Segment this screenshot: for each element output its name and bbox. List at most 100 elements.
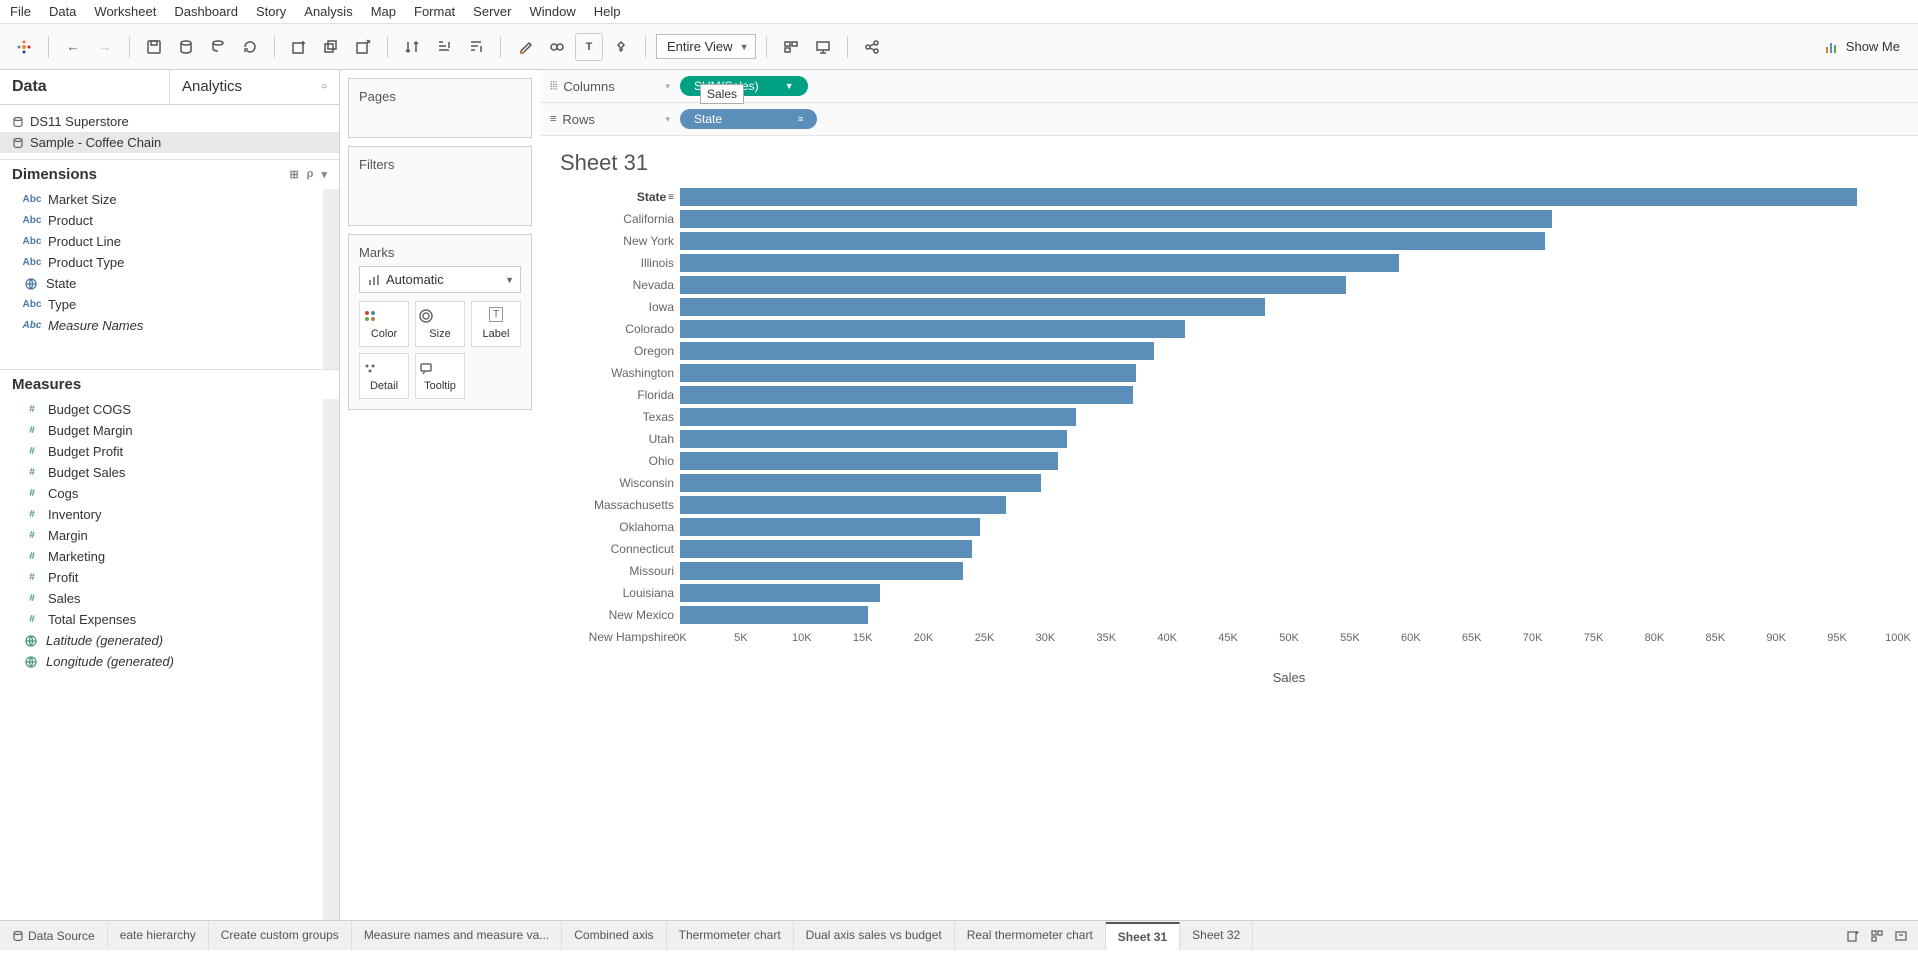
- share-icon[interactable]: [858, 33, 886, 61]
- bar[interactable]: [680, 188, 1857, 206]
- menu-window[interactable]: Window: [529, 4, 575, 19]
- marks-label[interactable]: TLabel: [471, 301, 521, 347]
- marks-type-dropdown[interactable]: Automatic: [359, 266, 521, 293]
- field-item[interactable]: #Sales: [0, 588, 339, 609]
- forward-icon[interactable]: →: [91, 33, 119, 61]
- menu-dashboard[interactable]: Dashboard: [174, 4, 238, 19]
- bar[interactable]: [680, 584, 880, 602]
- tab-analytics[interactable]: Analytics ▫: [169, 70, 339, 104]
- bar[interactable]: [680, 474, 1041, 492]
- bar[interactable]: [680, 320, 1185, 338]
- bar[interactable]: [680, 540, 972, 558]
- field-item[interactable]: AbcMeasure Names: [0, 315, 339, 336]
- new-sheet-icon[interactable]: [1846, 929, 1870, 943]
- field-item[interactable]: AbcType: [0, 294, 339, 315]
- field-item[interactable]: #Marketing: [0, 546, 339, 567]
- columns-shelf[interactable]: ⦙⦙⦙Columns▾ SUM(Sales)▼ Sales: [540, 70, 1918, 103]
- sheet-tab[interactable]: Sheet 31: [1106, 922, 1180, 950]
- bar[interactable]: [680, 232, 1545, 250]
- sort-asc-icon[interactable]: [430, 33, 458, 61]
- marks-size[interactable]: Size: [415, 301, 465, 347]
- presentation-icon[interactable]: [809, 33, 837, 61]
- field-item[interactable]: AbcProduct: [0, 210, 339, 231]
- bar[interactable]: [680, 562, 963, 580]
- field-item[interactable]: #Budget Sales: [0, 462, 339, 483]
- menu-story[interactable]: Story: [256, 4, 286, 19]
- menu-analysis[interactable]: Analysis: [304, 4, 352, 19]
- bar[interactable]: [680, 364, 1136, 382]
- marks-detail[interactable]: Detail: [359, 353, 409, 399]
- sheet-tab[interactable]: Measure names and measure va...: [352, 922, 562, 950]
- bar[interactable]: [680, 518, 980, 536]
- field-item[interactable]: State: [0, 273, 339, 294]
- field-item[interactable]: AbcProduct Line: [0, 231, 339, 252]
- autoupdate-icon[interactable]: [204, 33, 232, 61]
- scrollbar[interactable]: [323, 399, 339, 920]
- text-icon[interactable]: T: [575, 33, 603, 61]
- field-item[interactable]: #Budget Profit: [0, 441, 339, 462]
- back-icon[interactable]: ←: [59, 33, 87, 61]
- show-me-button[interactable]: Show Me: [1816, 35, 1908, 59]
- field-item[interactable]: #Total Expenses: [0, 609, 339, 630]
- sheet-tab[interactable]: Dual axis sales vs budget: [794, 922, 955, 950]
- field-item[interactable]: Longitude (generated): [0, 651, 339, 672]
- save-icon[interactable]: [140, 33, 168, 61]
- bar[interactable]: [680, 408, 1076, 426]
- menu-format[interactable]: Format: [414, 4, 455, 19]
- bar[interactable]: [680, 342, 1154, 360]
- search-fields-icon[interactable]: ρ: [307, 168, 314, 181]
- field-item[interactable]: AbcProduct Type: [0, 252, 339, 273]
- field-item[interactable]: #Budget COGS: [0, 399, 339, 420]
- field-item[interactable]: #Margin: [0, 525, 339, 546]
- bar[interactable]: [680, 298, 1265, 316]
- bar[interactable]: [680, 254, 1399, 272]
- sheet-title[interactable]: Sheet 31: [560, 150, 1898, 176]
- menu-worksheet[interactable]: Worksheet: [94, 4, 156, 19]
- bar[interactable]: [680, 430, 1067, 448]
- show-cards-icon[interactable]: [777, 33, 805, 61]
- sheet-tab[interactable]: Sheet 32: [1180, 922, 1253, 950]
- new-datasource-icon[interactable]: [172, 33, 200, 61]
- bar[interactable]: [680, 386, 1133, 404]
- pages-shelf[interactable]: Pages: [348, 78, 532, 138]
- fit-dropdown[interactable]: Entire View: [656, 34, 756, 59]
- rows-pill[interactable]: State≡: [680, 109, 817, 129]
- bar[interactable]: [680, 276, 1346, 294]
- datasource-item[interactable]: DS11 Superstore: [0, 111, 339, 132]
- x-axis[interactable]: 0K5K10K15K20K25K30K35K40K45K50K55K60K65K…: [680, 632, 1898, 648]
- sort-desc-icon[interactable]: [462, 33, 490, 61]
- filters-shelf[interactable]: Filters: [348, 146, 532, 226]
- marks-color[interactable]: Color: [359, 301, 409, 347]
- new-worksheet-icon[interactable]: [285, 33, 313, 61]
- refresh-icon[interactable]: [236, 33, 264, 61]
- bar[interactable]: [680, 452, 1058, 470]
- menu-icon[interactable]: ▾: [321, 168, 327, 181]
- logo-icon[interactable]: [10, 33, 38, 61]
- field-item[interactable]: AbcMarket Size: [0, 189, 339, 210]
- clear-icon[interactable]: [349, 33, 377, 61]
- menu-file[interactable]: File: [10, 4, 31, 19]
- sheet-tab[interactable]: Create custom groups: [209, 922, 352, 950]
- tab-data[interactable]: Data: [0, 70, 169, 104]
- field-item[interactable]: #Cogs: [0, 483, 339, 504]
- bar[interactable]: [680, 210, 1552, 228]
- sheet-tab[interactable]: Real thermometer chart: [955, 922, 1106, 950]
- view-as-icon[interactable]: ⊞: [289, 168, 298, 181]
- highlight-icon[interactable]: [511, 33, 539, 61]
- new-story-icon[interactable]: [1894, 929, 1918, 943]
- sheet-tab[interactable]: Thermometer chart: [667, 922, 794, 950]
- scrollbar[interactable]: [323, 189, 339, 369]
- sheet-tab[interactable]: eate hierarchy: [108, 922, 209, 950]
- menu-data[interactable]: Data: [49, 4, 76, 19]
- new-dashboard-icon[interactable]: [1870, 929, 1894, 943]
- y-axis-header[interactable]: State≡: [560, 186, 674, 208]
- rows-shelf[interactable]: ≡Rows▾ State≡: [540, 103, 1918, 136]
- menu-map[interactable]: Map: [371, 4, 396, 19]
- field-item[interactable]: #Profit: [0, 567, 339, 588]
- swap-icon[interactable]: [398, 33, 426, 61]
- group-icon[interactable]: [543, 33, 571, 61]
- datasource-tab[interactable]: Data Source: [0, 923, 108, 949]
- field-item[interactable]: #Budget Margin: [0, 420, 339, 441]
- field-item[interactable]: Latitude (generated): [0, 630, 339, 651]
- bar[interactable]: [680, 496, 1006, 514]
